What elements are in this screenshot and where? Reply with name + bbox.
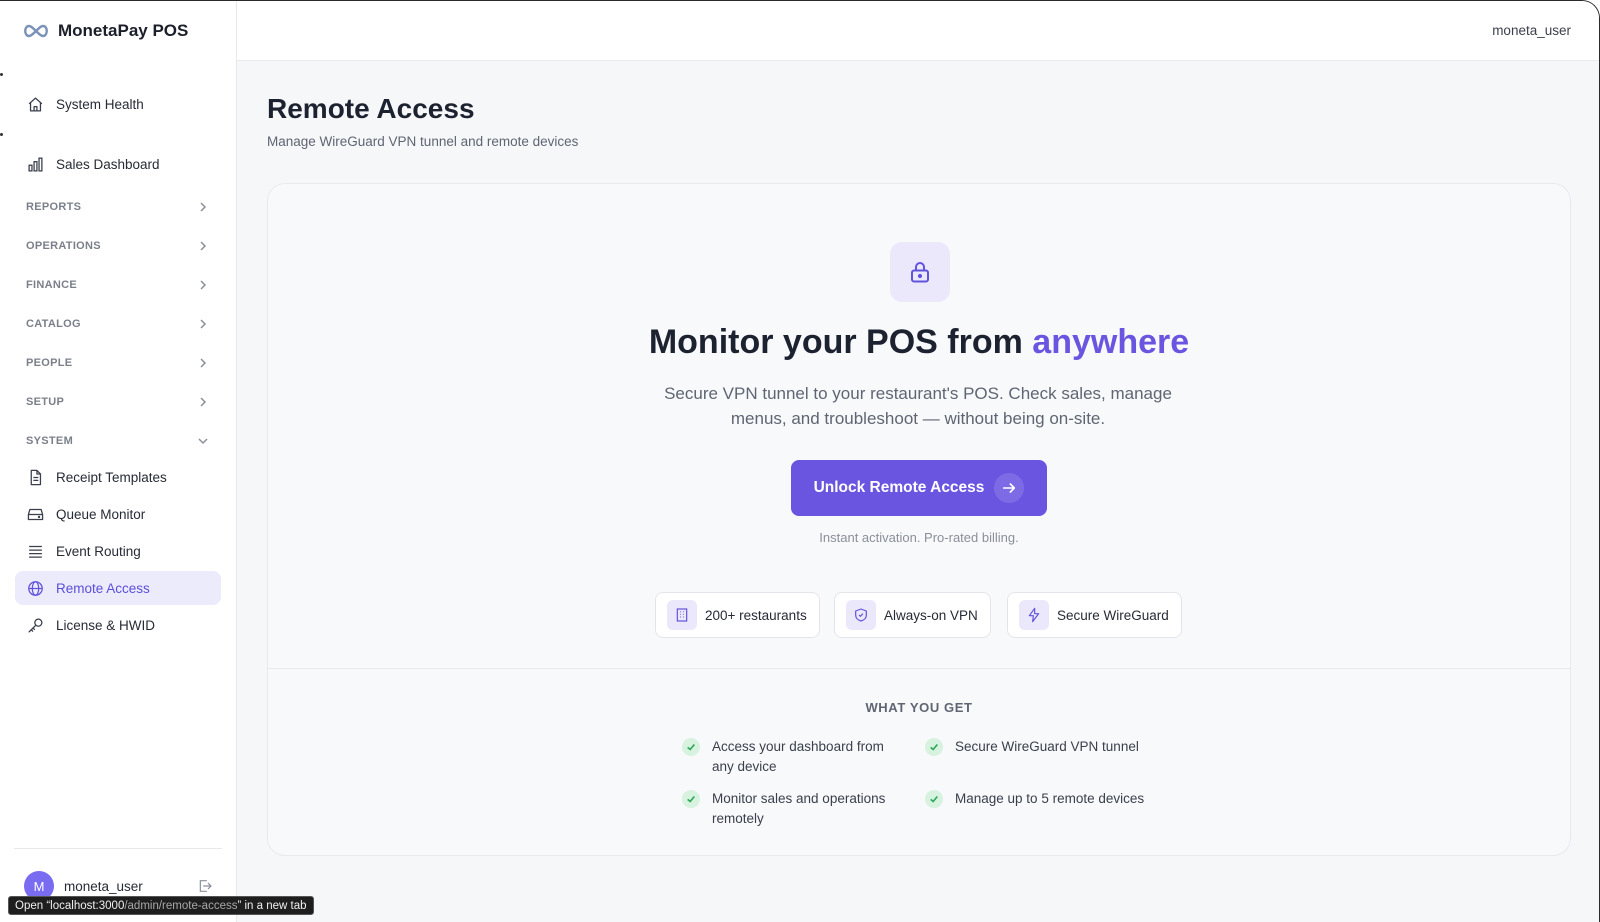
badge-always-on-vpn: Always-on VPN bbox=[834, 592, 991, 638]
sidebar-item-system-health[interactable]: System Health bbox=[15, 87, 221, 121]
lightning-icon bbox=[1019, 600, 1049, 630]
section-operations[interactable]: OPERATIONS bbox=[26, 236, 210, 256]
sidebar-item-license-hwid[interactable]: License & HWID bbox=[15, 608, 221, 642]
feature-item: Secure WireGuard VPN tunnel bbox=[925, 737, 1185, 757]
chevron-right-icon bbox=[196, 356, 210, 370]
sidebar-divider bbox=[14, 848, 222, 849]
hero-title: Monitor your POS from anywhere bbox=[268, 323, 1570, 362]
section-catalog[interactable]: CATALOG bbox=[26, 314, 210, 334]
home-icon bbox=[26, 95, 44, 113]
badge-label: 200+ restaurants bbox=[705, 607, 807, 623]
status-tip-host: localhost:3000 bbox=[50, 900, 125, 912]
section-label: FINANCE bbox=[26, 279, 77, 291]
sidebar-item-remote-access[interactable]: Remote Access bbox=[15, 571, 221, 605]
check-icon bbox=[925, 738, 943, 756]
top-user-menu[interactable]: moneta_user bbox=[1492, 23, 1571, 38]
sidebar-item-label: License & HWID bbox=[56, 617, 156, 633]
list-icon bbox=[26, 542, 44, 560]
sidebar-item-sales-dashboard[interactable]: Sales Dashboard bbox=[15, 147, 221, 181]
sidebar-user-name: moneta_user bbox=[64, 878, 143, 894]
section-setup[interactable]: SETUP bbox=[26, 392, 210, 412]
badge-label: Always-on VPN bbox=[884, 607, 978, 623]
hero-title-prefix: Monitor your POS from bbox=[648, 323, 1033, 361]
feature-text: Secure WireGuard VPN tunnel bbox=[955, 739, 1139, 754]
sidebar-item-label: Receipt Templates bbox=[56, 469, 167, 485]
status-tip-suffix: ” in a new tab bbox=[237, 900, 307, 912]
chevron-right-icon bbox=[196, 278, 210, 292]
globe-icon bbox=[26, 579, 44, 597]
section-system[interactable]: SYSTEM bbox=[26, 431, 210, 451]
section-label: OPERATIONS bbox=[26, 240, 101, 252]
infinity-logo-icon bbox=[22, 23, 50, 39]
arrow-right-icon bbox=[994, 473, 1025, 503]
page-title: Remote Access bbox=[267, 93, 475, 124]
section-label: SYSTEM bbox=[26, 435, 74, 447]
sidebar-item-label: Remote Access bbox=[56, 580, 150, 596]
check-icon bbox=[925, 790, 943, 808]
section-label: SETUP bbox=[26, 396, 65, 408]
link-status-tooltip: Open “localhost:3000/admin/remote-access… bbox=[8, 896, 314, 915]
badge-secure-wireguard: Secure WireGuard bbox=[1007, 592, 1182, 638]
section-finance[interactable]: FINANCE bbox=[26, 275, 210, 295]
app-window: MonetaPay POS System Health Sales Dashbo… bbox=[0, 0, 1600, 922]
chevron-right-icon bbox=[196, 317, 210, 331]
feature-item: Monitor sales and operations remotely bbox=[682, 789, 902, 829]
check-icon bbox=[682, 790, 700, 808]
edge-marker bbox=[0, 133, 3, 136]
edge-marker bbox=[0, 73, 3, 76]
sidebar-item-queue-monitor[interactable]: Queue Monitor bbox=[15, 497, 221, 531]
badge-label: Secure WireGuard bbox=[1057, 607, 1169, 623]
unlock-remote-access-button[interactable]: Unlock Remote Access bbox=[791, 460, 1047, 516]
feature-text: Access your dashboard from any device bbox=[712, 739, 884, 774]
document-icon bbox=[26, 468, 44, 486]
feature-item: Access your dashboard from any device bbox=[682, 737, 902, 777]
cta-note: Instant activation. Pro-rated billing. bbox=[819, 530, 1019, 545]
hero-description: Secure VPN tunnel to your restaurant's P… bbox=[664, 384, 1172, 428]
feature-text: Monitor sales and operations remotely bbox=[712, 791, 886, 826]
inbox-icon bbox=[26, 505, 44, 523]
sidebar: MonetaPay POS System Health Sales Dashbo… bbox=[0, 1, 237, 922]
remote-access-card: Monitor your POS from anywhere Secure VP… bbox=[267, 183, 1571, 856]
chevron-right-icon bbox=[196, 395, 210, 409]
key-icon bbox=[26, 616, 44, 634]
app-name: MonetaPay POS bbox=[58, 21, 189, 40]
sidebar-item-label: Event Routing bbox=[56, 543, 141, 559]
badge-restaurants: 200+ restaurants bbox=[655, 592, 820, 638]
sidebar-item-receipt-templates[interactable]: Receipt Templates bbox=[15, 460, 221, 494]
section-label: PEOPLE bbox=[26, 357, 73, 369]
section-people[interactable]: PEOPLE bbox=[26, 353, 210, 373]
top-bar: moneta_user bbox=[237, 1, 1599, 61]
status-tip-path: /admin/remote-access bbox=[124, 900, 238, 912]
building-icon bbox=[667, 600, 697, 630]
feature-text: Manage up to 5 remote devices bbox=[955, 791, 1145, 806]
sidebar-item-label: System Health bbox=[56, 96, 144, 112]
chevron-down-icon bbox=[196, 434, 210, 448]
lock-icon bbox=[890, 242, 950, 302]
page-subtitle: Manage WireGuard VPN tunnel and remote d… bbox=[267, 134, 579, 149]
status-tip-prefix: Open “ bbox=[15, 900, 51, 912]
sidebar-item-label: Queue Monitor bbox=[56, 506, 146, 522]
bar-chart-icon bbox=[26, 155, 44, 173]
section-label: CATALOG bbox=[26, 318, 81, 330]
what-you-get-title: WHAT YOU GET bbox=[865, 700, 973, 715]
sidebar-item-event-routing[interactable]: Event Routing bbox=[15, 534, 221, 568]
logout-icon[interactable] bbox=[196, 877, 214, 895]
section-reports[interactable]: REPORTS bbox=[26, 197, 210, 217]
cta-label: Unlock Remote Access bbox=[813, 479, 985, 496]
sidebar-item-label: Sales Dashboard bbox=[56, 156, 160, 172]
section-label: REPORTS bbox=[26, 201, 82, 213]
chevron-right-icon bbox=[196, 200, 210, 214]
card-divider bbox=[268, 668, 1570, 669]
check-icon bbox=[682, 738, 700, 756]
chevron-right-icon bbox=[196, 239, 210, 253]
hero-title-accent: anywhere bbox=[1032, 323, 1190, 361]
brand[interactable]: MonetaPay POS bbox=[22, 19, 188, 43]
feature-item: Manage up to 5 remote devices bbox=[925, 789, 1185, 809]
shield-icon bbox=[846, 600, 876, 630]
